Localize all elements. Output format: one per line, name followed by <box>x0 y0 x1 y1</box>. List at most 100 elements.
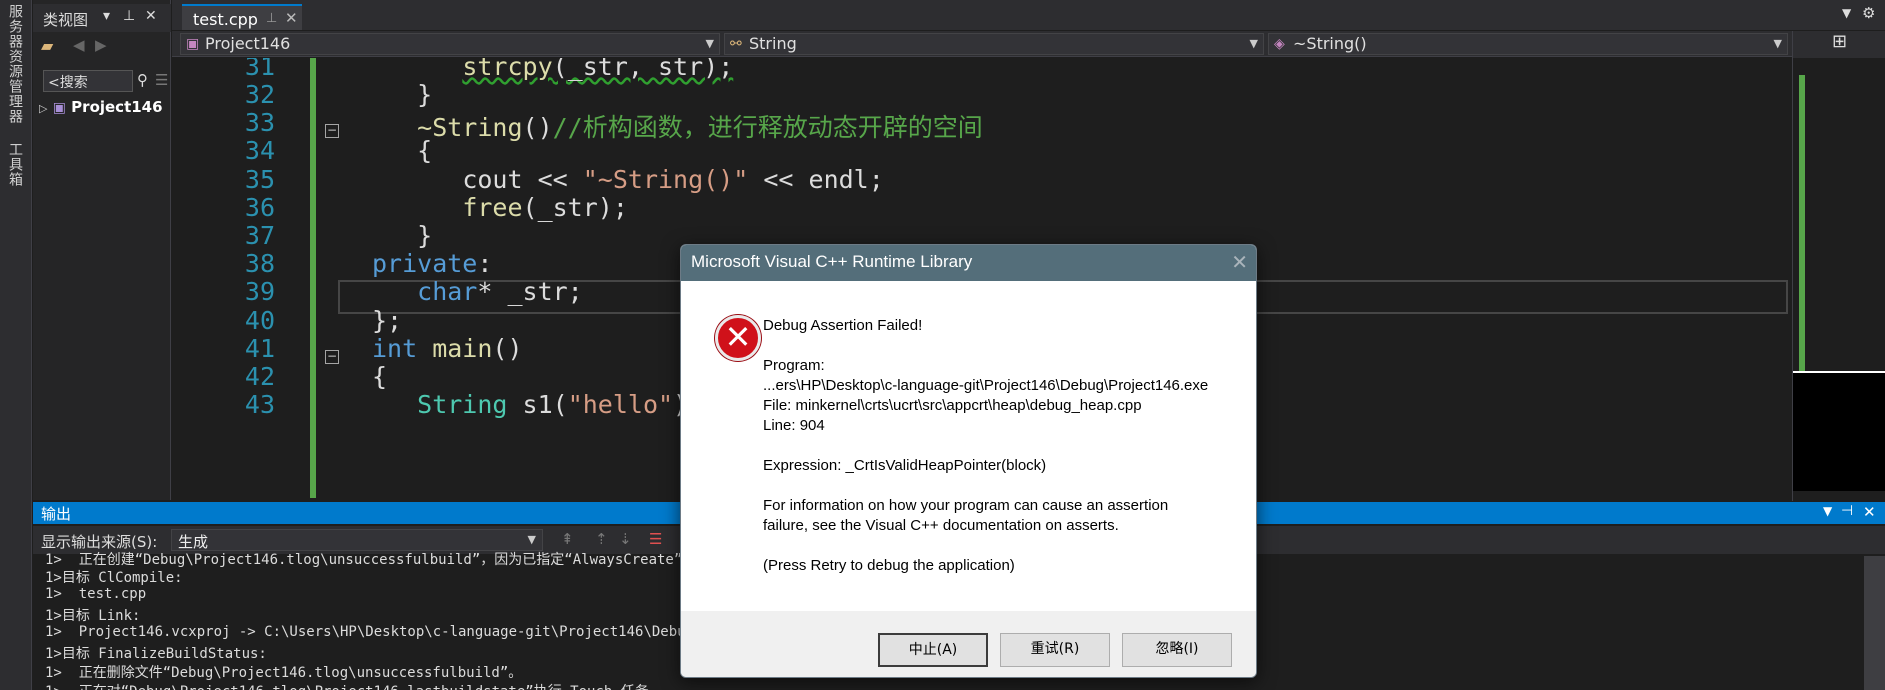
project-icon: ▣ <box>52 100 66 116</box>
class-view-search-input[interactable]: <搜索 <box>43 70 133 92</box>
class-view-header: 类视图 ▾ ⊥ ✕ <box>33 4 171 32</box>
tab-list-dropdown-icon[interactable]: ▼ <box>1842 6 1851 20</box>
expression-text: Expression: _CrtIsValidHeapPointer(block… <box>763 457 1047 474</box>
line-number: 36 <box>244 193 275 222</box>
code-line-33: ~String()//析构函数，进行释放动态开辟的空间 <box>417 113 983 142</box>
line-number: 37 <box>244 221 275 250</box>
minimap-viewport[interactable] <box>1793 371 1885 491</box>
member-dropdown[interactable]: ◈ ~String() ▼ <box>1268 33 1788 55</box>
document-tab-bar: test.cpp ⊥ ✕ ▼ ⚙ <box>172 0 1885 30</box>
file-path: File: minkernel\crts\ucrt\src\appcrt\hea… <box>763 397 1142 414</box>
output-line: 1> 正在对“Debug\Project146.tlog\Project146.… <box>45 681 663 690</box>
class-icon: ⚯ <box>730 36 742 52</box>
output-line: 1> 正在创建“Debug\Project146.tlog\unsuccessf… <box>45 552 697 568</box>
dialog-body: ✕ Debug Assertion Failed! Program: ...er… <box>681 281 1256 611</box>
find-message-icon[interactable]: ⇞ <box>561 530 574 548</box>
line-number: 34 <box>244 136 275 165</box>
output-line: 1> Project146.vcxproj -> C:\Users\HP\Des… <box>45 624 703 640</box>
line-number: 32 <box>244 80 275 109</box>
gear-icon[interactable]: ⚙ <box>1862 4 1875 22</box>
output-line: 1> 正在删除文件“Debug\Project146.tlog\unsucces… <box>45 665 523 681</box>
minimap-scrollbar[interactable]: ⊞ <box>1792 31 1885 501</box>
back-icon[interactable]: ◀ <box>73 36 85 54</box>
ignore-button[interactable]: 忽略(I) <box>1122 633 1232 667</box>
dropdown-icon[interactable]: ▼ <box>1823 504 1832 518</box>
close-tab-icon[interactable]: ✕ <box>285 9 298 27</box>
server-explorer-tab[interactable]: 服务器资源管理器 <box>7 4 25 124</box>
fold-toggle-icon[interactable]: − <box>325 350 339 364</box>
retry-button[interactable]: 重试(R) <box>1000 633 1110 667</box>
tab-test-cpp[interactable]: test.cpp ⊥ ✕ <box>182 4 302 30</box>
chevron-down-icon: ▼ <box>705 37 714 50</box>
assertion-dialog: Microsoft Visual C++ Runtime Library ✕ ✕… <box>680 244 1257 678</box>
output-line: 1> test.cpp <box>45 586 147 602</box>
new-folder-icon[interactable]: ▰ <box>41 36 53 55</box>
dialog-title-bar: Microsoft Visual C++ Runtime Library ✕ <box>681 245 1256 281</box>
output-scrollbar[interactable] <box>1864 556 1885 690</box>
forward-icon[interactable]: ▶ <box>95 36 107 54</box>
tab-label: test.cpp <box>193 10 258 29</box>
info-text-1: For information on how your program can … <box>763 497 1169 514</box>
pin-icon[interactable]: ⊥ <box>123 8 135 24</box>
class-view-title: 类视图 <box>43 11 89 29</box>
close-icon[interactable]: ✕ <box>1231 250 1248 274</box>
class-view-panel: 类视图 ▾ ⊥ ✕ ▰ ◀ ▶ <搜索 ⚲ ☰ ▷ ▣ Project146 <box>33 0 171 500</box>
left-tool-strip: 服务器资源管理器 工具箱 <box>0 0 32 690</box>
line-number: 43 <box>244 390 275 419</box>
next-message-icon[interactable]: ⇣ <box>619 530 632 548</box>
split-icon[interactable]: ⊞ <box>1793 31 1885 58</box>
method-icon: ◈ <box>1274 36 1285 52</box>
tree-item-project[interactable]: ▷ ▣ Project146 <box>39 98 169 122</box>
dialog-heading: Debug Assertion Failed! <box>763 317 923 334</box>
class-dropdown[interactable]: ⚯ String ▼ <box>724 33 1264 55</box>
class-view-toolbar: ▰ ◀ ▶ <box>33 34 171 62</box>
code-line-38: private: <box>372 249 493 278</box>
output-title: 输出 <box>41 505 72 523</box>
navigation-bar: ▣ Project146 ▼ ⚯ String ▼ ◈ ~String() ▼ <box>172 31 1885 57</box>
code-line-39: char* _str; <box>417 277 583 306</box>
dropdown-icon[interactable]: ▾ <box>103 8 110 24</box>
abort-button[interactable]: 中止(A) <box>878 633 988 667</box>
line-number: 38 <box>244 249 275 278</box>
project-icon: ▣ <box>186 36 200 52</box>
previous-message-icon[interactable]: ⇡ <box>595 530 608 548</box>
line-number: 39 <box>244 277 275 306</box>
toolbox-tab[interactable]: 工具箱 <box>7 142 25 187</box>
line-number: 42 <box>244 362 275 391</box>
code-line-37: } <box>417 221 433 250</box>
code-line-31: strcpy(_str, str); <box>462 58 734 81</box>
class-dropdown-value: String <box>749 34 797 53</box>
clear-all-icon[interactable]: ☰ <box>649 530 662 548</box>
code-line-34: { <box>417 136 433 165</box>
close-icon[interactable]: ✕ <box>145 8 157 24</box>
chevron-down-icon: ▼ <box>1773 37 1782 50</box>
code-line-42: { <box>372 362 388 391</box>
code-line-32: } <box>417 80 433 109</box>
change-tracking-bar <box>310 58 316 498</box>
code-line-41: int main() <box>372 334 523 363</box>
fold-toggle-icon[interactable]: − <box>325 124 339 138</box>
expand-icon[interactable]: ▷ <box>39 102 47 115</box>
output-source-dropdown[interactable]: 生成 ▼ <box>171 529 543 551</box>
pin-icon[interactable]: ⊣ <box>1841 503 1853 519</box>
search-icon[interactable]: ⚲ <box>137 71 148 89</box>
code-line-35: cout << "~String()" << endl; <box>462 165 884 194</box>
program-label: Program: <box>763 357 825 374</box>
line-number: 41 <box>244 334 275 363</box>
info-text-2: failure, see the Visual C++ documentatio… <box>763 517 1119 534</box>
close-icon[interactable]: ✕ <box>1863 503 1876 521</box>
pin-icon[interactable]: ⊥ <box>266 11 277 26</box>
output-line: 1>目标 FinalizeBuildStatus: <box>45 646 267 662</box>
project-dropdown-value: Project146 <box>205 34 291 53</box>
line-number: 33 <box>244 108 275 137</box>
chevron-down-icon: ▼ <box>1249 37 1258 50</box>
project-dropdown[interactable]: ▣ Project146 ▼ <box>180 33 720 55</box>
chevron-down-icon: ▼ <box>527 533 536 546</box>
dialog-title: Microsoft Visual C++ Runtime Library <box>691 252 973 271</box>
line-number-text: Line: 904 <box>763 417 825 434</box>
output-line: 1>目标 ClCompile: <box>45 570 183 586</box>
code-line-43: String s1("hello"); <box>417 390 703 419</box>
program-path: ...ers\HP\Desktop\c-language-git\Project… <box>763 377 1209 394</box>
tree-item-label: Project146 <box>71 98 163 116</box>
settings-icon[interactable]: ☰ <box>155 71 168 89</box>
